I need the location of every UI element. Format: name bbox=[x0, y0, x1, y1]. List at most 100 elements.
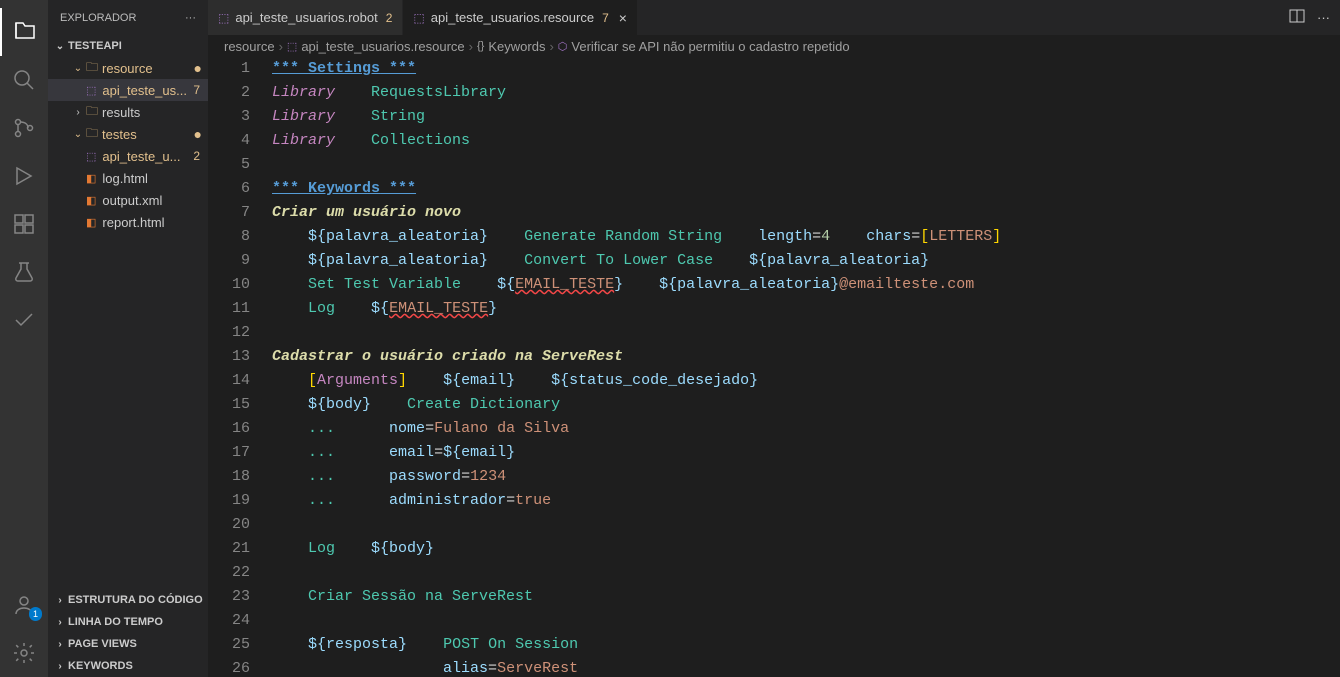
file-icon: ⬚ bbox=[86, 150, 96, 163]
folder-item[interactable]: ⌄🗀testes● bbox=[48, 123, 208, 145]
source-control-icon[interactable] bbox=[0, 104, 48, 152]
code-line[interactable]: Log ${body} bbox=[272, 537, 1340, 561]
check-icon[interactable] bbox=[0, 296, 48, 344]
code-line[interactable] bbox=[272, 561, 1340, 585]
folder-item[interactable]: ⌄🗀resource● bbox=[48, 57, 208, 79]
line-number: 23 bbox=[208, 585, 250, 609]
code-line[interactable]: Library Collections bbox=[272, 129, 1340, 153]
chevron-icon: ⌄ bbox=[70, 63, 86, 74]
breadcrumbs[interactable]: resource ›⬚ api_teste_usuarios.resource … bbox=[208, 35, 1340, 57]
code-line[interactable]: *** Settings *** bbox=[272, 57, 1340, 81]
chevron-down-icon: ⌄ bbox=[52, 41, 68, 52]
line-number: 1 bbox=[208, 57, 250, 81]
editor-tab[interactable]: ⬚api_teste_usuarios.robot2 bbox=[208, 0, 403, 35]
minimap[interactable] bbox=[1234, 58, 1334, 218]
editor-tab[interactable]: ⬚api_teste_usuarios.resource7× bbox=[403, 0, 638, 35]
breadcrumb-item[interactable]: Keywords bbox=[488, 39, 545, 54]
code-line[interactable]: Library RequestsLibrary bbox=[272, 81, 1340, 105]
code-line[interactable]: ${resposta} POST On Session bbox=[272, 633, 1340, 657]
braces-icon: {} bbox=[477, 40, 484, 52]
settings-gear-icon[interactable] bbox=[0, 629, 48, 677]
code-line[interactable]: ... email=${email} bbox=[272, 441, 1340, 465]
folder-icon: 🗀 bbox=[86, 102, 98, 123]
keyword-icon: ⬡ bbox=[558, 40, 568, 53]
line-number: 22 bbox=[208, 561, 250, 585]
breadcrumb-item[interactable]: Verificar se API não permitiu o cadastro… bbox=[571, 39, 849, 54]
code-line[interactable]: Library String bbox=[272, 105, 1340, 129]
breadcrumb-item[interactable]: api_teste_usuarios.resource bbox=[301, 39, 464, 54]
code-content[interactable]: *** Settings ***Library RequestsLibraryL… bbox=[272, 57, 1340, 677]
breadcrumb-separator: › bbox=[469, 39, 473, 54]
line-number: 12 bbox=[208, 321, 250, 345]
code-line[interactable]: alias=ServeRest bbox=[272, 657, 1340, 677]
sidebar-more-icon[interactable]: ··· bbox=[185, 12, 196, 24]
code-line[interactable]: Log ${EMAIL_TESTE} bbox=[272, 297, 1340, 321]
file-icon: ◧ bbox=[86, 172, 96, 185]
file-icon: ⬚ bbox=[86, 84, 96, 97]
explorer-icon[interactable] bbox=[0, 8, 48, 56]
breadcrumb-item[interactable]: resource bbox=[224, 39, 275, 54]
editor-tabs: ⬚api_teste_usuarios.robot2⬚api_teste_usu… bbox=[208, 0, 1340, 35]
code-line[interactable]: ... nome=Fulano da Silva bbox=[272, 417, 1340, 441]
tree-item-label: api_teste_u... bbox=[102, 149, 180, 164]
sidebar-section[interactable]: ›LINHA DO TEMPO bbox=[48, 611, 208, 633]
line-number: 4 bbox=[208, 129, 250, 153]
split-editor-icon[interactable] bbox=[1289, 8, 1305, 27]
extensions-icon[interactable] bbox=[0, 200, 48, 248]
file-item[interactable]: ◧log.html bbox=[48, 167, 208, 189]
file-item[interactable]: ⬚api_teste_us...7 bbox=[48, 79, 208, 101]
code-line[interactable]: Cadastrar o usuário criado na ServeRest bbox=[272, 345, 1340, 369]
line-number: 7 bbox=[208, 201, 250, 225]
line-number: 9 bbox=[208, 249, 250, 273]
code-line[interactable]: ${body} Create Dictionary bbox=[272, 393, 1340, 417]
folder-icon: 🗀 bbox=[86, 58, 98, 79]
code-line[interactable]: ${palavra_aleatoria} Generate Random Str… bbox=[272, 225, 1340, 249]
file-item[interactable]: ◧output.xml bbox=[48, 189, 208, 211]
code-line[interactable]: Criar um usuário novo bbox=[272, 201, 1340, 225]
line-number: 6 bbox=[208, 177, 250, 201]
sidebar-header: EXPLORADOR ··· bbox=[48, 0, 208, 35]
line-number: 20 bbox=[208, 513, 250, 537]
code-line[interactable]: Criar Sessão na ServeRest bbox=[272, 585, 1340, 609]
line-number: 13 bbox=[208, 345, 250, 369]
tab-label: api_teste_usuarios.robot bbox=[235, 10, 377, 25]
code-line[interactable]: *** Keywords *** bbox=[272, 177, 1340, 201]
sidebar-section[interactable]: ›KEYWORDS bbox=[48, 655, 208, 677]
section-label: KEYWORDS bbox=[68, 660, 133, 672]
chevron-right-icon: › bbox=[52, 661, 68, 672]
testing-icon[interactable] bbox=[0, 248, 48, 296]
sidebar: EXPLORADOR ··· ⌄ TESTEAPI ⌄🗀resource●⬚ap… bbox=[48, 0, 208, 677]
line-number: 11 bbox=[208, 297, 250, 321]
line-number: 16 bbox=[208, 417, 250, 441]
tab-label: api_teste_usuarios.resource bbox=[431, 10, 594, 25]
folder-item[interactable]: ›🗀results bbox=[48, 101, 208, 123]
section-label: PAGE VIEWS bbox=[68, 638, 137, 650]
line-number: 10 bbox=[208, 273, 250, 297]
code-line[interactable]: ${palavra_aleatoria} Convert To Lower Ca… bbox=[272, 249, 1340, 273]
run-debug-icon[interactable] bbox=[0, 152, 48, 200]
code-line[interactable] bbox=[272, 513, 1340, 537]
accounts-icon[interactable]: 1 bbox=[0, 581, 48, 629]
tree-item-label: resource bbox=[102, 61, 153, 76]
line-number: 8 bbox=[208, 225, 250, 249]
code-editor[interactable]: 1234567891011121314151617181920212223242… bbox=[208, 57, 1340, 677]
code-line[interactable]: Set Test Variable ${EMAIL_TESTE} ${palav… bbox=[272, 273, 1340, 297]
breadcrumb-separator: › bbox=[279, 39, 283, 54]
code-line[interactable]: [Arguments] ${email} ${status_code_desej… bbox=[272, 369, 1340, 393]
file-item[interactable]: ◧report.html bbox=[48, 211, 208, 233]
code-line[interactable] bbox=[272, 609, 1340, 633]
code-line[interactable]: ... administrador=true bbox=[272, 489, 1340, 513]
chevron-icon: ⌄ bbox=[70, 129, 86, 140]
sidebar-section[interactable]: ›ESTRUTURA DO CÓDIGO bbox=[48, 589, 208, 611]
modified-count: 7 bbox=[193, 83, 200, 97]
close-icon[interactable]: × bbox=[619, 10, 627, 26]
sidebar-project[interactable]: ⌄ TESTEAPI bbox=[48, 35, 208, 57]
code-line[interactable] bbox=[272, 321, 1340, 345]
file-item[interactable]: ⬚api_teste_u...2 bbox=[48, 145, 208, 167]
search-icon[interactable] bbox=[0, 56, 48, 104]
code-line[interactable]: ... password=1234 bbox=[272, 465, 1340, 489]
code-line[interactable] bbox=[272, 153, 1340, 177]
more-actions-icon[interactable]: ··· bbox=[1317, 10, 1330, 25]
file-icon: ⬚ bbox=[287, 40, 297, 53]
sidebar-section[interactable]: ›PAGE VIEWS bbox=[48, 633, 208, 655]
